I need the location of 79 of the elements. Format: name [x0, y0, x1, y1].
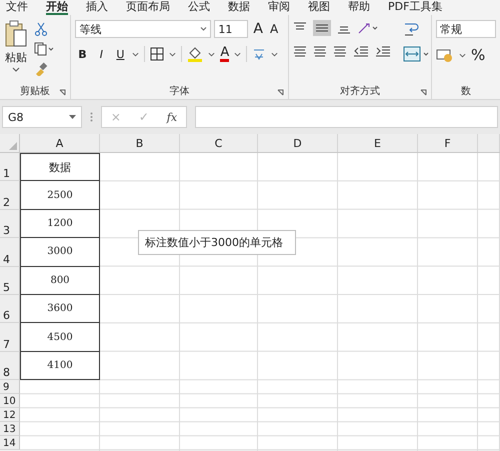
- font-color-button[interactable]: A: [220, 46, 230, 62]
- row-header[interactable]: 5: [3, 282, 10, 294]
- copy-icon[interactable]: [34, 42, 54, 56]
- ribbon-tab[interactable]: 公式: [188, 0, 210, 15]
- format-painter-icon[interactable]: [34, 62, 48, 76]
- borders-icon[interactable]: [150, 47, 164, 61]
- bold-button[interactable]: B: [75, 48, 90, 60]
- column-header[interactable]: B: [136, 136, 144, 150]
- caret-icon[interactable]: [208, 52, 216, 56]
- table-cell: 2500: [47, 190, 73, 201]
- ribbon-tab[interactable]: 视图: [308, 0, 330, 15]
- caret-icon[interactable]: [12, 67, 20, 72]
- dialog-launcher-icon[interactable]: [59, 89, 66, 96]
- column-header[interactable]: A: [56, 136, 64, 150]
- caret-icon[interactable]: [169, 52, 176, 56]
- grip-icon: [90, 112, 93, 122]
- row-header[interactable]: 2: [3, 196, 10, 209]
- row-header[interactable]: 1: [3, 168, 10, 180]
- align-text-icon[interactable]: [313, 44, 327, 58]
- formula-input[interactable]: [195, 106, 498, 128]
- row-header[interactable]: 6: [3, 310, 10, 322]
- caret-icon[interactable]: [200, 27, 208, 31]
- underline-button[interactable]: U: [113, 48, 128, 60]
- dialog-launcher-icon[interactable]: [277, 89, 284, 96]
- table-cell: 800: [50, 274, 70, 286]
- group-label: 数: [461, 85, 471, 98]
- column-header[interactable]: E: [374, 136, 381, 150]
- ribbon-tab[interactable]: 数据: [228, 0, 250, 15]
- number-format-field[interactable]: 常规: [436, 20, 496, 38]
- insert-function-button[interactable]: fx: [166, 110, 178, 124]
- row-header[interactable]: 3: [3, 225, 10, 238]
- decrease-indent-icon[interactable]: [353, 44, 369, 58]
- ribbon-tab[interactable]: PDF工具集: [388, 0, 442, 15]
- merge-cells-icon[interactable]: [403, 46, 431, 62]
- table-cell: 3000: [47, 246, 73, 258]
- table-cell: 4500: [47, 332, 73, 343]
- table-cell: 数据: [49, 160, 71, 175]
- align-middle-icon[interactable]: [313, 20, 331, 36]
- ribbon-tab[interactable]: 帮助: [348, 0, 370, 15]
- row-header[interactable]: 4: [3, 254, 10, 266]
- ribbon-tab[interactable]: 文件: [6, 0, 28, 15]
- italic-button[interactable]: I: [94, 48, 108, 60]
- ribbon-tab[interactable]: 插入: [86, 0, 108, 15]
- font-name-field[interactable]: 等线: [75, 20, 212, 38]
- fill-color-icon[interactable]: [187, 46, 204, 62]
- row-header[interactable]: 8: [3, 367, 10, 380]
- caret-icon[interactable]: [459, 52, 466, 58]
- comment-box: 标注数值小于3000的单元格: [138, 230, 296, 255]
- group-label: 剪贴板: [20, 84, 50, 98]
- text-orientation-icon[interactable]: [357, 21, 379, 35]
- group-label: 字体: [170, 84, 190, 98]
- shrink-font-button[interactable]: A: [268, 22, 280, 36]
- caret-icon[interactable]: [132, 52, 140, 56]
- row-header[interactable]: 7: [3, 338, 10, 351]
- clipboard-icon[interactable]: [4, 20, 28, 48]
- increase-indent-icon[interactable]: [375, 44, 391, 58]
- table-cell: 4100: [47, 360, 73, 371]
- grow-font-button[interactable]: A: [251, 21, 265, 37]
- ribbon-tab[interactable]: 页面布局: [126, 0, 170, 15]
- table-cell: 1200: [47, 218, 73, 229]
- table-cell: 3600: [47, 303, 73, 314]
- dialog-launcher-icon[interactable]: [420, 89, 427, 96]
- column-header[interactable]: D: [293, 136, 302, 150]
- group-label: 对齐方式: [340, 84, 380, 98]
- font-size-field[interactable]: 11: [214, 20, 248, 38]
- currency-icon[interactable]: [436, 47, 454, 63]
- column-header[interactable]: F: [444, 136, 451, 150]
- align-text-icon[interactable]: [333, 44, 347, 58]
- ribbon-tab[interactable]: 审阅: [268, 0, 290, 15]
- caret-icon[interactable]: [234, 52, 242, 56]
- scissors-icon[interactable]: [34, 22, 48, 36]
- caret-icon[interactable]: [69, 115, 76, 119]
- caret-icon[interactable]: [271, 52, 278, 56]
- percent-button[interactable]: %: [471, 46, 486, 64]
- phonetic-icon[interactable]: [252, 47, 266, 61]
- column-header[interactable]: C: [214, 136, 222, 150]
- paste-button[interactable]: 粘贴: [5, 50, 27, 65]
- name-box[interactable]: G8: [2, 106, 82, 128]
- align-text-icon[interactable]: [293, 44, 307, 58]
